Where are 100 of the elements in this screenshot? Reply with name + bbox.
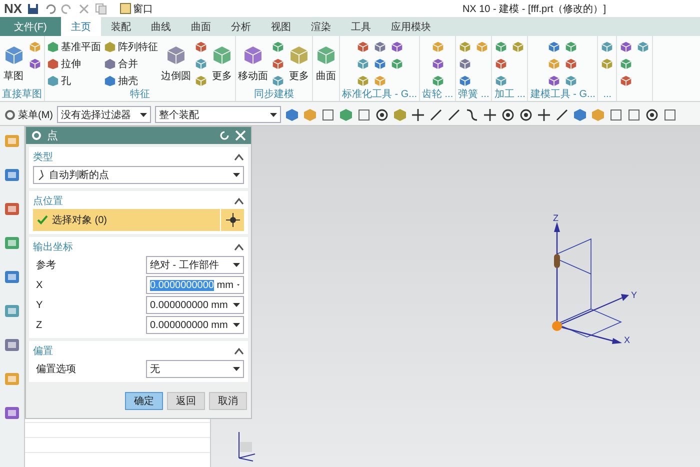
ribbon-group-label[interactable]: 直接草图 — [2, 89, 42, 101]
ribbon-tab[interactable]: 工具 — [340, 17, 381, 36]
ribbon-group-label[interactable]: 齿轮 ... — [422, 89, 454, 101]
section-title[interactable]: 类型 — [33, 150, 53, 164]
ribbon-button[interactable]: 更多 — [211, 44, 233, 83]
caret-icon — [237, 283, 240, 287]
navigator-icon[interactable] — [3, 370, 21, 388]
reset-icon[interactable] — [219, 130, 230, 141]
circle-icon[interactable] — [519, 108, 533, 122]
option-dropdown[interactable]: 无 — [146, 360, 244, 378]
coordinate-field[interactable]: 0.0000000000 mm — [146, 276, 244, 294]
ribbon-tab[interactable]: 装配 — [100, 17, 141, 36]
ribbon-tab[interactable]: 曲面 — [180, 17, 221, 36]
collapse-chevron-icon[interactable] — [234, 154, 244, 160]
navigator-icon[interactable] — [3, 336, 21, 354]
ribbon-tab[interactable]: 应用模块 — [380, 17, 441, 36]
cross-icon[interactable] — [411, 108, 425, 122]
dialog-button[interactable]: 返回 — [167, 392, 205, 410]
ribbon-button[interactable]: 草图 — [2, 44, 24, 83]
navigator-icon[interactable] — [3, 268, 21, 286]
collapse-chevron-icon[interactable] — [234, 348, 244, 354]
ribbon-button[interactable]: 抽壳 — [104, 74, 158, 88]
cut-icon[interactable] — [78, 2, 90, 14]
square-icon[interactable] — [627, 108, 641, 122]
navigator-icon[interactable] — [3, 200, 21, 218]
settings-icon[interactable] — [31, 130, 42, 141]
ribbon-tab[interactable]: 曲线 — [140, 17, 181, 36]
filter-dropdown[interactable]: 没有选择过滤器 — [57, 106, 151, 123]
undo-icon[interactable] — [44, 2, 56, 14]
square-icon[interactable] — [321, 108, 335, 122]
ribbon-button[interactable]: 阵列特征 — [104, 40, 158, 54]
square-icon[interactable] — [357, 108, 371, 122]
ribbon-tab[interactable]: 渲染 — [300, 17, 341, 36]
curve-icon[interactable] — [465, 108, 479, 122]
ribbon-group-label[interactable]: 标准化工具 - G... — [342, 89, 417, 101]
type-dropdown[interactable]: 自动判断的点 — [33, 166, 244, 184]
point-type-icon — [37, 170, 45, 180]
dialog-button[interactable]: 确定 — [125, 392, 163, 410]
redo-icon[interactable] — [61, 2, 74, 14]
ribbon-tab[interactable]: 主页 — [60, 17, 101, 36]
field-label: Z — [35, 320, 42, 330]
field-label: X — [35, 280, 43, 290]
dialog-button[interactable]: 取消 — [209, 392, 247, 410]
ribbon-group-label[interactable]: 特征 — [47, 89, 233, 101]
option-dropdown[interactable]: 绝对 - 工作部件 — [146, 256, 244, 274]
axis-label: Z — [553, 214, 558, 223]
cross-icon[interactable] — [483, 108, 497, 122]
ribbon-group-label[interactable]: ... — [600, 89, 614, 101]
navigator-icon[interactable] — [3, 302, 21, 320]
copy-icon[interactable] — [95, 2, 108, 14]
circle-icon[interactable] — [645, 108, 659, 122]
coordinate-field[interactable]: 0.000000000 mm — [146, 316, 244, 334]
caret-icon — [140, 112, 147, 116]
ribbon-button[interactable]: 基准平面 — [47, 40, 101, 54]
collapse-chevron-icon[interactable] — [234, 198, 244, 204]
crosshair-icon — [226, 213, 240, 227]
axis-label: Y — [631, 290, 638, 300]
caret-icon — [233, 173, 240, 177]
ribbon-button[interactable]: 孔 — [47, 74, 101, 88]
window-menu-button[interactable]: 窗口 — [120, 2, 154, 16]
circle-icon[interactable] — [375, 108, 389, 122]
circle-icon[interactable] — [501, 108, 515, 122]
section-title[interactable]: 偏置 — [33, 344, 53, 358]
ribbon-button[interactable]: 拉伸 — [47, 56, 101, 70]
ribbon-group-label[interactable]: 建模工具 - G... — [530, 89, 596, 101]
cross-icon[interactable] — [537, 108, 551, 122]
ribbon-tab[interactable]: 分析 — [220, 17, 261, 36]
window-title: NX 10 - 建模 - [fff.prt（修改的）] — [462, 2, 606, 16]
ribbon-button[interactable]: 曲面 — [315, 44, 337, 83]
navigator-icon[interactable] — [3, 166, 21, 184]
axis-label: X — [624, 335, 630, 344]
caret-icon — [270, 112, 277, 116]
ribbon-group-label[interactable]: 同步建模 — [238, 89, 310, 101]
section-title[interactable]: 输出坐标 — [33, 240, 73, 254]
ribbon-group-label[interactable]: 加工 ... — [494, 89, 526, 101]
ribbon-tab[interactable]: 视图 — [260, 17, 301, 36]
line-icon[interactable] — [555, 108, 569, 122]
close-icon[interactable] — [235, 130, 246, 141]
square-icon[interactable] — [609, 108, 623, 122]
navigator-icon[interactable] — [3, 404, 21, 422]
navigator-icon[interactable] — [3, 234, 21, 252]
ribbon-tab[interactable]: 文件(F) — [0, 17, 61, 36]
line-icon[interactable] — [429, 108, 443, 122]
scope-dropdown[interactable]: 整个装配 — [155, 106, 281, 123]
ribbon-button[interactable]: 更多 — [288, 44, 310, 83]
caret-icon — [233, 303, 240, 307]
ribbon-button[interactable]: 边倒圆 — [161, 44, 191, 83]
check-icon — [37, 215, 48, 225]
save-icon[interactable] — [27, 2, 40, 14]
ribbon-group-label[interactable]: 弹簧 ... — [458, 89, 490, 101]
navigator-icon[interactable] — [3, 132, 21, 150]
ribbon-button[interactable]: 合并 — [104, 56, 158, 70]
ribbon-button[interactable]: 移动面 — [238, 44, 268, 83]
menu-button[interactable]: 菜单(M) — [4, 108, 53, 122]
coordinate-field[interactable]: 0.000000000 mm — [146, 296, 244, 314]
collapse-chevron-icon[interactable] — [234, 244, 244, 250]
square-icon[interactable] — [663, 108, 677, 122]
line-icon[interactable] — [447, 108, 461, 122]
coordinate-triad-drawing[interactable] — [552, 222, 629, 344]
section-title[interactable]: 点位置 — [33, 194, 63, 208]
